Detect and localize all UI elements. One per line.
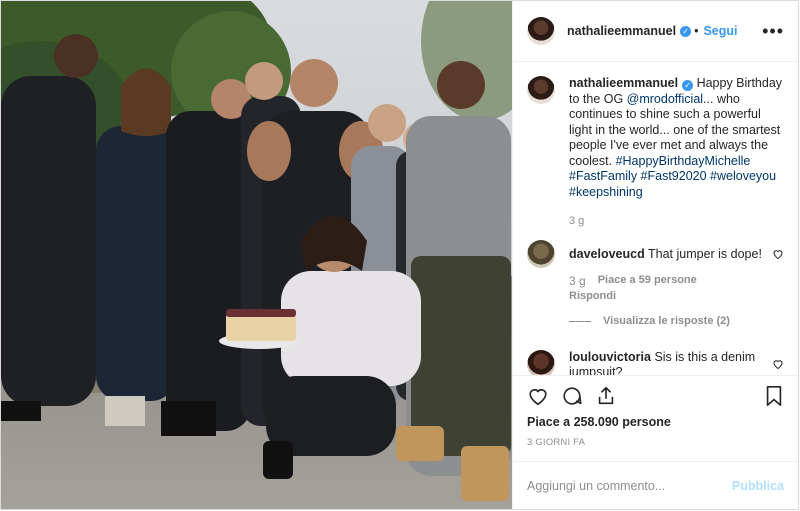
share-icon[interactable] [595,385,617,407]
comment-item: loulouvictoria Sis is this a denim jumps… [527,349,784,376]
commenter-avatar[interactable] [527,349,555,375]
caption-age: 3 g [569,215,585,227]
comment-age: 3 g [569,274,586,288]
comments-list: nathalieemmanuel ✓ Happy Birthday to the … [513,62,798,375]
comment-likes[interactable]: Piace a 59 persone [598,274,697,287]
person-3 [161,79,251,436]
post-photo[interactable] [1,1,512,509]
post-side-panel: nathalieemmanuel ✓ • Segui ••• nathaliee… [512,1,798,509]
caption: nathalieemmanuel ✓ Happy Birthday to the … [527,76,784,230]
instagram-post: nathalieemmanuel ✓ • Segui ••• nathaliee… [0,0,799,510]
post-date[interactable]: 3 GIORNI FA [513,435,798,461]
follow-button[interactable]: Segui [703,24,737,38]
author-username[interactable]: nathalieemmanuel [567,24,676,38]
caption-avatar[interactable] [527,76,555,104]
birthday-cake [219,309,299,349]
post-actions [513,375,798,415]
verified-badge-icon: ✓ [682,80,694,91]
add-comment-bar: Pubblica [513,461,798,509]
author-avatar[interactable] [527,17,555,45]
verified-badge-icon: ✓ [680,25,692,37]
author-block: nathalieemmanuel ✓ • Segui [567,24,738,38]
comment-item: daveloveucd That jumper is dope! 3 g Pia… [527,239,784,330]
post-header: nathalieemmanuel ✓ • Segui ••• [513,1,798,62]
heart-icon[interactable] [527,385,549,407]
heart-icon[interactable] [772,248,784,260]
bookmark-icon[interactable] [764,385,784,407]
view-replies-label[interactable]: Visualizza le risposte (2) [603,314,730,330]
mention-link[interactable]: @mrodofficial [627,92,703,106]
comment-username[interactable]: loulouvictoria [569,350,651,364]
reply-button[interactable]: Rispondi [569,289,772,305]
caption-username[interactable]: nathalieemmanuel [569,76,678,90]
comment-text: That jumper is dope! [647,246,762,261]
comment-icon[interactable] [561,385,583,407]
view-replies[interactable]: Visualizza le risposte (2) [569,314,772,330]
replies-divider [569,321,591,323]
header-separator: • [694,24,699,38]
heart-icon[interactable] [772,358,784,370]
group-photo-illustration [1,1,512,509]
person-1 [1,34,98,421]
comment-input[interactable] [527,478,732,493]
more-options-icon[interactable]: ••• [762,21,784,42]
publish-button[interactable]: Pubblica [732,479,784,493]
caption-body: nathalieemmanuel ✓ Happy Birthday to the … [569,76,784,230]
comment-body: loulouvictoria Sis is this a denim jumps… [569,350,772,376]
comment-body: daveloveucd That jumper is dope! 3 g Pia… [569,240,772,330]
commenter-avatar[interactable] [527,239,555,268]
comment-username[interactable]: daveloveucd [569,247,645,261]
likes-count[interactable]: Piace a 258.090 persone [513,415,798,435]
